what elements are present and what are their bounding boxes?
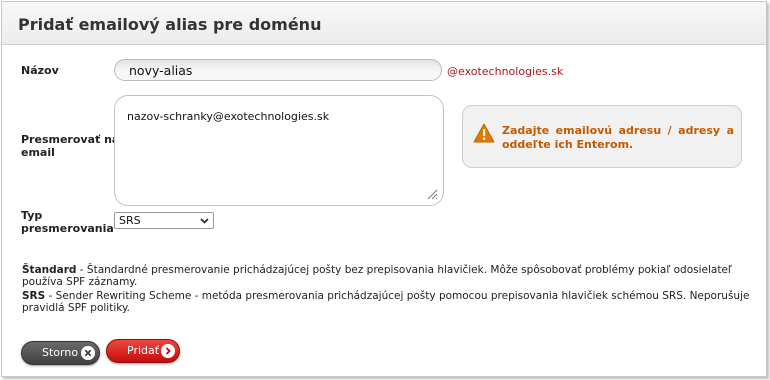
srs-info: SRS - Sender Rewriting Scheme - metóda p…: [22, 290, 762, 314]
srs-term: SRS: [22, 290, 46, 302]
redirect-type-value: SRS: [119, 214, 141, 227]
alias-name-input[interactable]: novy-alias: [114, 59, 442, 81]
dialog-titlebar: Pridať emailový alias pre doménu: [2, 2, 766, 45]
redirect-label-line2: email: [21, 146, 55, 159]
type-label-line2: presmerovania: [21, 222, 114, 235]
close-icon: [81, 346, 95, 360]
standard-description: - Štandardné presmerovanie prichádzajúce…: [22, 264, 732, 288]
add-button-label: Pridať: [127, 344, 160, 357]
redirect-email-textarea[interactable]: nazov-schranky@exotechnologies.sk: [114, 95, 444, 206]
hint-text: Zadajte emailovú adresu / adresy a oddeľ…: [502, 124, 734, 151]
standard-term: Štandard: [22, 264, 77, 276]
standard-info: Štandard - Štandardné presmerovanie pric…: [22, 264, 762, 288]
redirect-label: Presmerovať na email: [21, 133, 119, 159]
warning-icon: [473, 123, 495, 143]
redirect-label-line1: Presmerovať na: [21, 133, 120, 146]
type-label-line1: Typ: [21, 209, 43, 222]
redirect-email-value: nazov-schranky@exotechnologies.sk: [127, 110, 330, 123]
resize-grip-icon[interactable]: [426, 188, 438, 200]
cancel-button[interactable]: Storno: [21, 341, 100, 365]
add-button[interactable]: Pridať: [106, 339, 180, 363]
cancel-button-label: Storno: [42, 346, 79, 359]
redirect-type-select[interactable]: SRS: [114, 212, 214, 229]
hint-box: Zadajte emailovú adresu / adresy a oddeľ…: [462, 105, 742, 168]
domain-suffix: @exotechnologies.sk: [447, 65, 564, 78]
dialog-title: Pridať emailový alias pre doménu: [18, 15, 322, 34]
srs-description: - Sender Rewriting Scheme - metóda presm…: [22, 290, 750, 314]
chevron-right-icon: [161, 344, 175, 358]
name-label: Názov: [21, 64, 59, 77]
add-email-alias-dialog: Pridať emailový alias pre doménu Názov n…: [1, 1, 767, 377]
type-label: Typ presmerovania: [21, 209, 114, 235]
chevron-down-icon: [200, 218, 209, 224]
